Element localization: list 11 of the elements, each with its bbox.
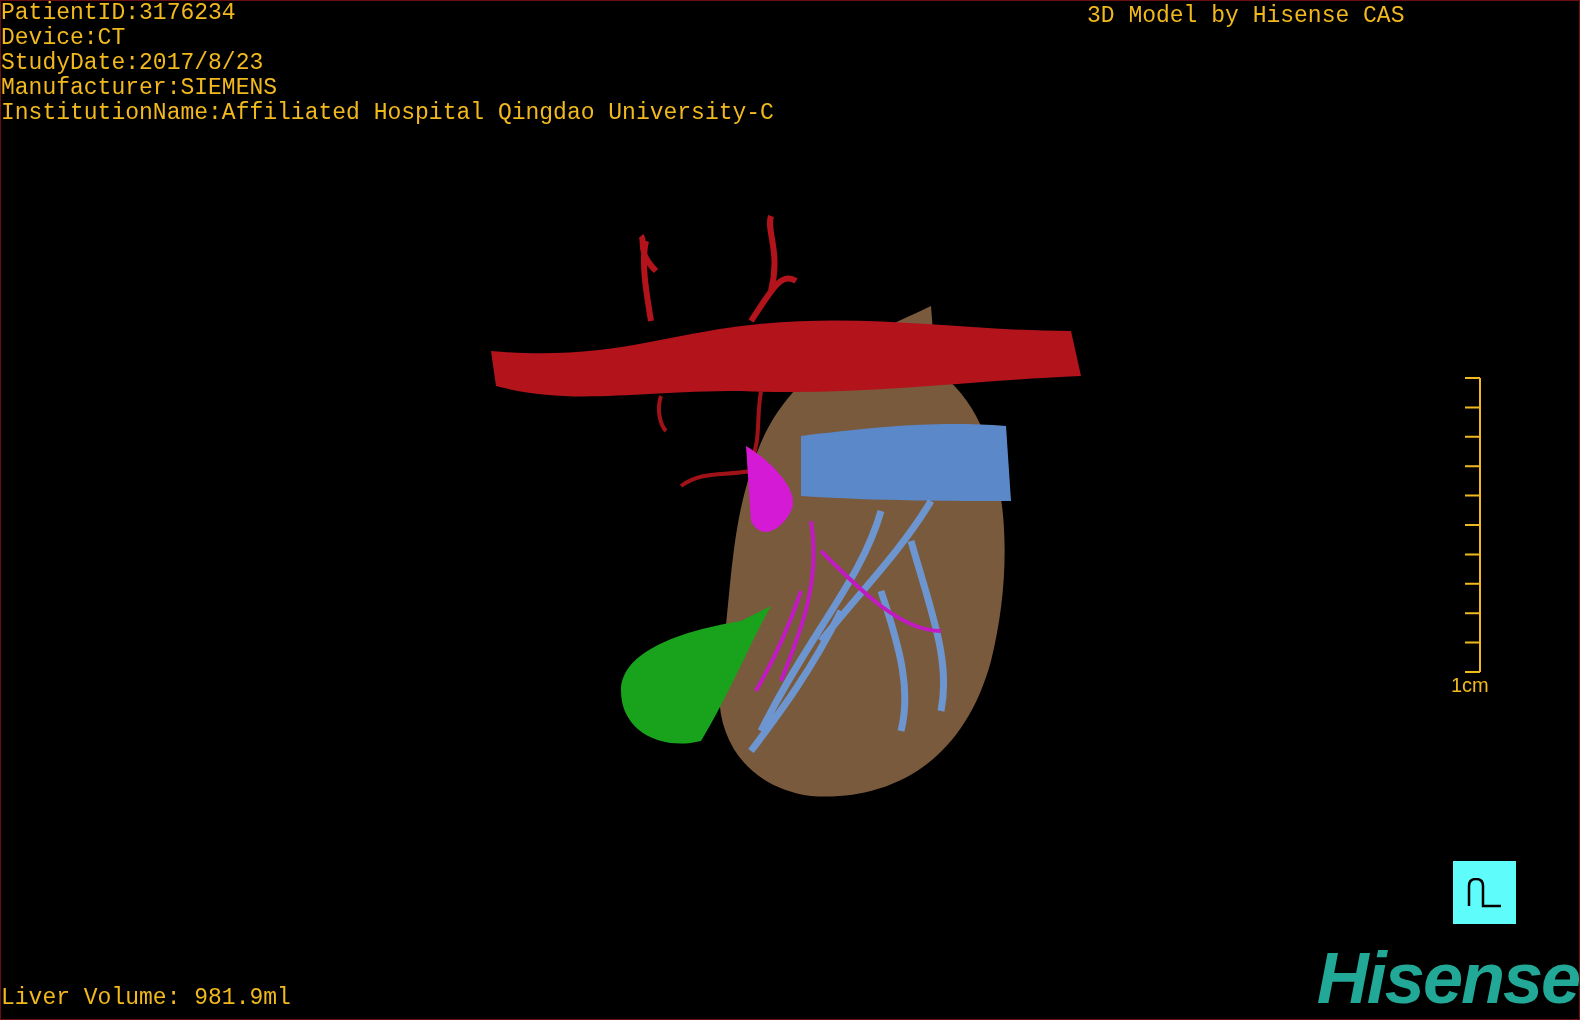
- patient-info-text: InstitutionName:Affiliated Hospital Qingdao University-C: [1, 101, 774, 126]
- scale-bar-label: 1cm: [1451, 673, 1489, 697]
- viewer-title: 3D Model by Hisense CAS: [1087, 2, 1405, 31]
- liver-volume-text: Liver Volume: 981.9ml: [1, 984, 291, 1013]
- orientation-marker-icon: [1466, 877, 1503, 908]
- patient-info-text: Manufacturer:SIEMENS: [1, 76, 279, 101]
- orientation-button[interactable]: [1453, 861, 1516, 924]
- patient-info-text: Device:CT: [1, 26, 127, 51]
- brand-logo: Hisense: [1316, 947, 1579, 1009]
- patient-info-text: PatientID:3176234: [1, 1, 237, 26]
- patient-info-text: StudyDate:2017/8/23: [1, 51, 265, 76]
